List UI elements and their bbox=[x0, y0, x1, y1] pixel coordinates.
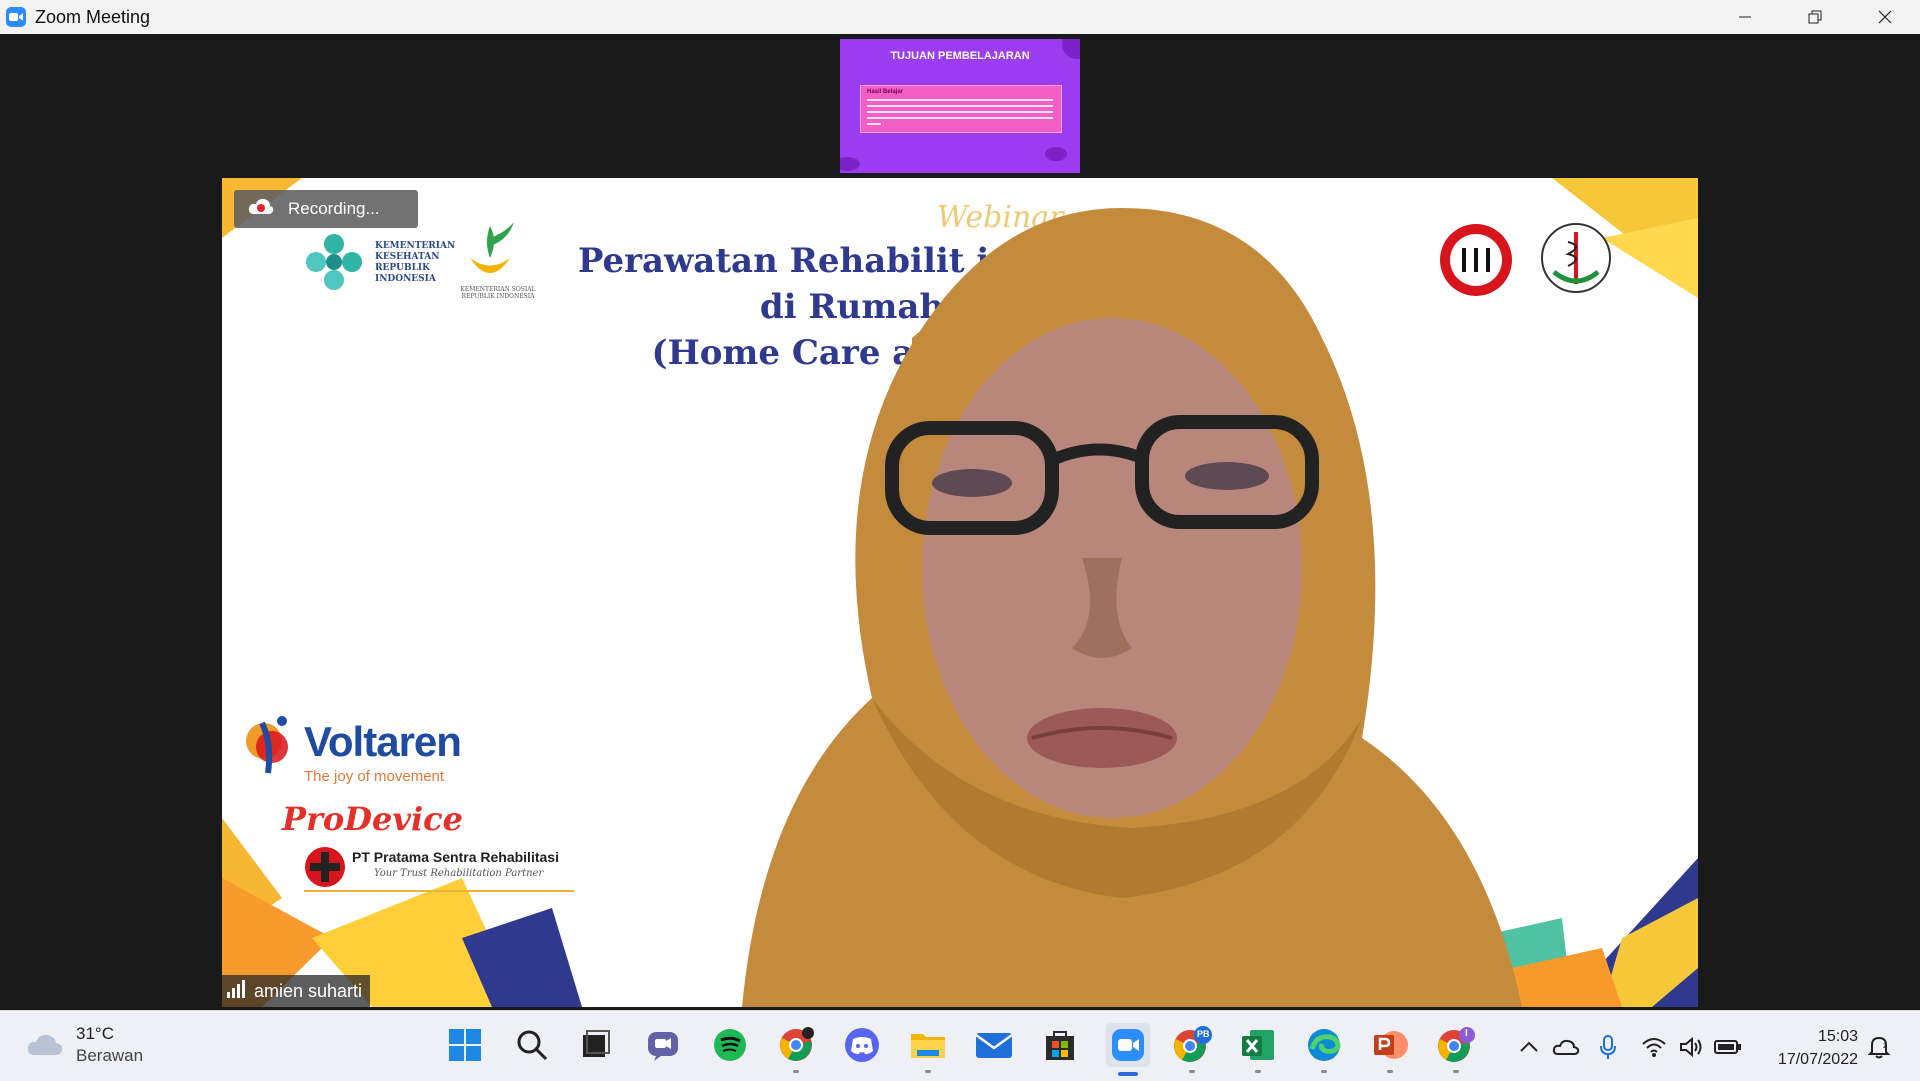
profile-badge-i: I bbox=[1465, 1028, 1468, 1039]
sponsor-divider bbox=[304, 890, 574, 892]
prodevice-wordmark: ProDevice bbox=[282, 800, 463, 838]
zoom-app-icon bbox=[6, 7, 26, 27]
shared-slide-textbox: Hasil Belajar bbox=[860, 85, 1062, 133]
chrome-button[interactable] bbox=[776, 1025, 816, 1073]
title-bar: Zoom Meeting bbox=[0, 0, 1920, 34]
battery-icon bbox=[1714, 1040, 1741, 1054]
recording-indicator[interactable]: Recording... bbox=[234, 190, 418, 228]
cloud-recording-icon bbox=[248, 198, 274, 221]
clock-time: 15:03 bbox=[1817, 1028, 1858, 1045]
windows-start-button[interactable] bbox=[445, 1025, 485, 1065]
store-icon bbox=[1046, 1031, 1074, 1060]
excel-button[interactable] bbox=[1238, 1025, 1278, 1073]
folder-icon bbox=[911, 1034, 945, 1058]
microphone-icon bbox=[1600, 1035, 1616, 1059]
chrome-icon bbox=[780, 1027, 814, 1061]
window-title: Zoom Meeting bbox=[35, 6, 151, 27]
teams-chat-button[interactable] bbox=[643, 1025, 683, 1065]
weather-condition: Berawan bbox=[76, 1046, 144, 1065]
windows-logo-icon bbox=[449, 1029, 481, 1061]
weather-widget[interactable]: 31°C Berawan bbox=[26, 1023, 143, 1067]
kemensos-logo-icon bbox=[470, 222, 514, 273]
notification-bell-icon: z bbox=[1867, 1036, 1891, 1059]
participant-name-label: amien suharti bbox=[222, 975, 371, 1007]
taskbar-clock[interactable]: 15:03 17/07/2022 bbox=[1778, 1025, 1858, 1071]
participant-video[interactable]: Webinar KEMENTERIAN KESEHATAN REPUBLIK I… bbox=[222, 178, 1698, 1007]
signal-strength-icon bbox=[226, 979, 246, 1003]
clock-date: 17/07/2022 bbox=[1777, 1051, 1858, 1068]
recording-label: Recording... bbox=[288, 199, 380, 218]
onedrive-cloud-icon bbox=[1552, 1039, 1580, 1055]
participant-name: amien suharti bbox=[254, 980, 363, 1001]
edge-button[interactable] bbox=[1304, 1025, 1344, 1073]
voltaren-wordmark: Voltaren bbox=[304, 718, 462, 765]
notifications-button[interactable]: z bbox=[1864, 1033, 1894, 1061]
shared-screen-thumbnail[interactable]: TUJUAN PEMBELAJARAN Hasil Belajar bbox=[840, 39, 1080, 173]
mail-button[interactable] bbox=[974, 1025, 1014, 1065]
perdosri-logo-icon bbox=[1541, 223, 1611, 293]
chrome-profile-i-icon bbox=[1438, 1027, 1475, 1062]
powerpoint-icon bbox=[1374, 1031, 1408, 1059]
pratama-logo-icon bbox=[305, 847, 345, 887]
close-button[interactable] bbox=[1850, 0, 1920, 34]
excel-icon bbox=[1242, 1030, 1274, 1060]
edge-icon bbox=[1308, 1029, 1341, 1061]
task-view-button[interactable] bbox=[575, 1025, 615, 1065]
shared-slide-box-heading: Hasil Belajar bbox=[867, 89, 904, 95]
minimize-button[interactable] bbox=[1710, 0, 1780, 34]
file-explorer-button[interactable] bbox=[908, 1025, 948, 1073]
chrome-profile-pb-button[interactable]: PB bbox=[1172, 1025, 1212, 1073]
chrome-profile-i-button[interactable]: I bbox=[1436, 1025, 1476, 1073]
search-icon bbox=[517, 1030, 548, 1061]
spotify-icon bbox=[714, 1029, 746, 1061]
kemenkes-text: KEMENTERIAN KESEHATAN REPUBLIK INDONESIA bbox=[375, 241, 456, 284]
voltaren-tagline: The joy of movement bbox=[304, 768, 445, 785]
powerpoint-button[interactable] bbox=[1370, 1025, 1410, 1073]
restore-button[interactable] bbox=[1780, 0, 1850, 34]
discord-button[interactable] bbox=[842, 1025, 882, 1065]
show-hidden-icons-button[interactable] bbox=[1514, 1033, 1544, 1061]
search-button[interactable] bbox=[512, 1025, 552, 1065]
mail-icon bbox=[975, 1033, 1013, 1058]
pratama-wordmark: PT Pratama Sentra Rehabilitasi bbox=[352, 849, 559, 865]
cloud-icon bbox=[26, 1031, 64, 1067]
volume-tray-button[interactable] bbox=[1677, 1033, 1707, 1061]
discord-icon bbox=[845, 1028, 879, 1062]
profile-badge-pb: PB bbox=[1197, 1029, 1210, 1039]
battery-tray-button[interactable] bbox=[1713, 1033, 1743, 1061]
teams-chat-icon bbox=[648, 1032, 678, 1061]
microsoft-store-button[interactable] bbox=[1040, 1025, 1080, 1065]
spotify-button[interactable] bbox=[710, 1025, 750, 1065]
pratama-tagline: Your Trust Rehabilitation Partner bbox=[374, 868, 544, 879]
onedrive-tray-button[interactable] bbox=[1551, 1033, 1581, 1061]
voltaren-logo-icon bbox=[246, 716, 288, 774]
wifi-tray-button[interactable] bbox=[1639, 1033, 1669, 1061]
zoom-taskbar-button[interactable] bbox=[1106, 1023, 1150, 1076]
participant-person-image bbox=[742, 208, 1522, 1007]
wifi-icon bbox=[1642, 1038, 1666, 1057]
kemenkes-logo-icon bbox=[306, 234, 362, 290]
speaker-icon bbox=[1680, 1036, 1702, 1058]
weather-temperature: 31°C bbox=[76, 1024, 114, 1043]
svg-text:z: z bbox=[1883, 1041, 1887, 1050]
shared-slide-title: TUJUAN PEMBELAJARAN bbox=[890, 50, 1030, 62]
microphone-tray-button[interactable] bbox=[1593, 1033, 1623, 1061]
chevron-up-icon bbox=[1520, 1041, 1538, 1052]
task-view-icon bbox=[583, 1030, 610, 1057]
zoom-icon bbox=[1112, 1029, 1144, 1061]
taskbar: 31°C Berawan PB I 15:03 17/07/2022 z bbox=[0, 1010, 1920, 1081]
kemensos-text: KEMENTERIAN SOSIAL REPUBLIK INDONESIA bbox=[460, 286, 536, 300]
